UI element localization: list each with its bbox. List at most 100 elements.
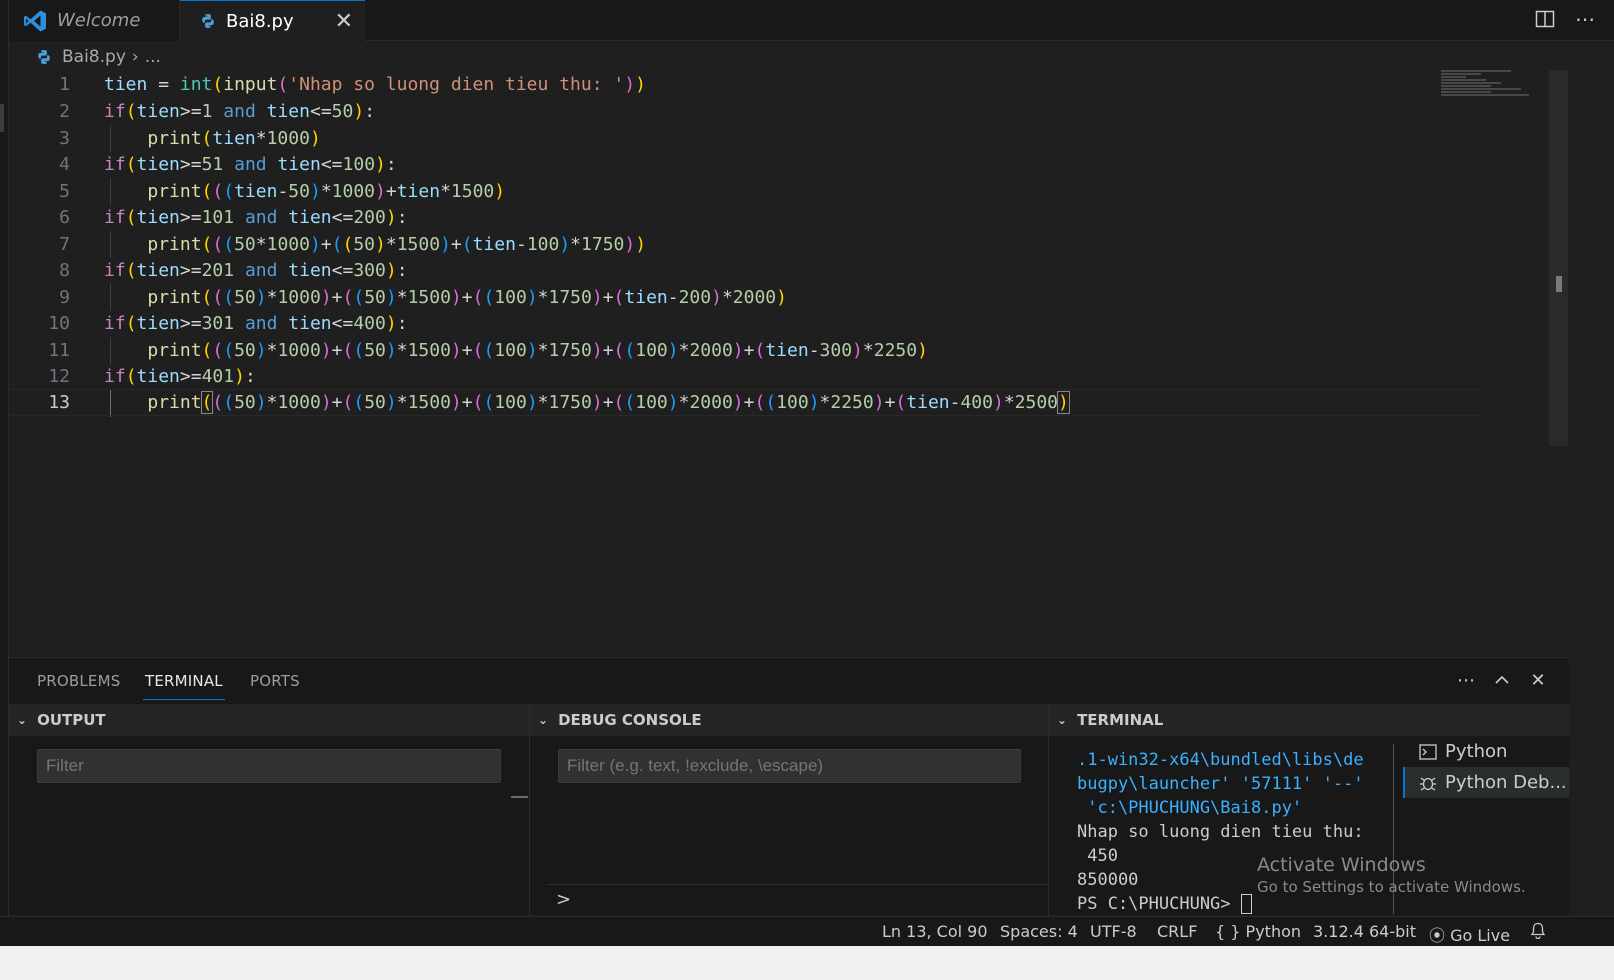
activate-windows-watermark: Activate Windows Go to Settings to activ… bbox=[1257, 854, 1526, 896]
code-text: if(tien>=301 and tien<=400): bbox=[104, 313, 408, 334]
close-icon[interactable]: ✕ bbox=[335, 9, 353, 34]
line-number: 2 bbox=[59, 101, 70, 122]
output-scroll-indicator bbox=[511, 796, 528, 798]
output-filter-input[interactable] bbox=[37, 749, 501, 783]
tab-label: Bai8.py bbox=[226, 10, 294, 32]
broadcast-icon: ⦿ bbox=[1429, 926, 1446, 945]
tab-terminal[interactable]: TERMINAL bbox=[143, 672, 225, 700]
status-bar: Ln 13, Col 90 Spaces: 4 UTF-8 CRLF { } P… bbox=[0, 916, 1614, 946]
editor-scrollbar[interactable] bbox=[1549, 70, 1568, 446]
language-label: Python bbox=[1245, 922, 1302, 941]
terminal-line: bugpy\launcher' '57111' '--' bbox=[1077, 774, 1364, 794]
cursor-position[interactable]: Ln 13, Col 90 bbox=[882, 922, 988, 941]
activity-bar-edge bbox=[0, 0, 9, 955]
terminal-title: TERMINAL bbox=[1077, 711, 1164, 729]
code-line: 5 print(((tien-50)*1000)+tien*1500) bbox=[10, 178, 1480, 205]
terminal-session-python[interactable]: Python bbox=[1403, 736, 1569, 767]
line-number: 9 bbox=[59, 287, 70, 308]
bell-icon[interactable] bbox=[1530, 922, 1546, 944]
code-line: 10 if(tien>=301 and tien<=400): bbox=[10, 310, 1480, 337]
taskbar-edge bbox=[0, 946, 1614, 980]
activity-indicator bbox=[0, 104, 4, 132]
code-line: 8 if(tien>=201 and tien<=300): bbox=[10, 257, 1480, 284]
terminal-session-python-debug[interactable]: Python Deb... bbox=[1403, 767, 1569, 798]
code-line: 12 if(tien>=401): bbox=[10, 363, 1480, 390]
tab-problems[interactable]: PROBLEMS bbox=[37, 672, 120, 690]
chevron-right-icon: › bbox=[131, 47, 139, 67]
debug-icon bbox=[1417, 774, 1439, 792]
terminal-session-list: Python Python Deb... bbox=[1403, 736, 1569, 798]
scrollbar-thumb[interactable] bbox=[1556, 276, 1562, 292]
line-number: 1 bbox=[59, 74, 70, 95]
code-line: 3 print(tien*1000) bbox=[10, 125, 1480, 152]
indentation[interactable]: Spaces: 4 bbox=[1000, 922, 1078, 941]
terminal-prompt: PS C:\PHUCHUNG> bbox=[1077, 894, 1241, 914]
output-section-header[interactable]: ⌄ OUTPUT bbox=[9, 704, 529, 736]
braces-icon: { } bbox=[1215, 922, 1241, 941]
split-editor-icon[interactable] bbox=[1534, 6, 1556, 32]
code-line: 9 print(((50)*1000)+((50)*1500)+((100)*1… bbox=[10, 284, 1480, 311]
debug-console-title: DEBUG CONSOLE bbox=[558, 711, 702, 729]
terminal-line: 850000 bbox=[1077, 870, 1139, 890]
maximize-panel-icon[interactable] bbox=[1493, 668, 1511, 692]
watermark-title: Activate Windows bbox=[1257, 854, 1426, 876]
python-file-icon bbox=[38, 50, 50, 64]
code-line-current: 13 print(((50)*1000)+((50)*1500)+((100)*… bbox=[10, 389, 1480, 416]
terminal-line: Nhap so luong dien tieu thu: bbox=[1077, 822, 1364, 842]
terminal-line: 450 bbox=[1077, 846, 1118, 866]
chevron-down-icon: ⌄ bbox=[538, 713, 549, 727]
line-number: 13 bbox=[48, 392, 70, 413]
terminal-section-header[interactable]: ⌄ TERMINAL bbox=[1049, 704, 1569, 736]
breadcrumb-file[interactable]: Bai8.py bbox=[62, 47, 126, 67]
line-number: 3 bbox=[59, 128, 70, 149]
session-label: Python Deb... bbox=[1445, 772, 1567, 793]
editor-tab-bar: Welcome Bai8.py ✕ ⋯ bbox=[9, 0, 1614, 41]
code-text: print(((tien-50)*1000)+tien*1500) bbox=[147, 181, 506, 202]
line-number: 11 bbox=[48, 340, 70, 361]
code-text: if(tien>=51 and tien<=100): bbox=[104, 154, 397, 175]
tab-welcome[interactable]: Welcome bbox=[9, 0, 180, 41]
python-file-icon bbox=[202, 14, 214, 28]
code-text: print(((50)*1000)+((50)*1500)+((100)*175… bbox=[147, 391, 1070, 414]
code-line: 2 if(tien>=1 and tien<=50): bbox=[10, 98, 1480, 125]
tab-label: Welcome bbox=[57, 10, 141, 31]
more-actions-icon[interactable]: ⋯ bbox=[1457, 668, 1475, 692]
close-panel-icon[interactable]: ✕ bbox=[1529, 668, 1547, 692]
code-editor[interactable]: 1 tien = int(input('Nhap so luong dien t… bbox=[10, 71, 1565, 671]
code-line: 1 tien = int(input('Nhap so luong dien t… bbox=[10, 71, 1480, 98]
debug-filter-input[interactable] bbox=[558, 749, 1021, 783]
line-number: 12 bbox=[48, 366, 70, 387]
debug-console-section-header[interactable]: ⌄ DEBUG CONSOLE bbox=[530, 704, 1048, 736]
chevron-right-icon: > bbox=[556, 889, 572, 910]
terminal-line: 'c:\PHUCHUNG\Bai8.py' bbox=[1077, 798, 1303, 818]
encoding[interactable]: UTF-8 bbox=[1090, 922, 1137, 941]
chevron-down-icon: ⌄ bbox=[17, 713, 28, 727]
code-text: print(tien*1000) bbox=[147, 128, 321, 149]
python-interpreter[interactable]: 3.12.4 64-bit bbox=[1313, 922, 1416, 941]
code-text: if(tien>=201 and tien<=300): bbox=[104, 260, 408, 281]
code-text: print(((50)*1000)+((50)*1500)+((100)*175… bbox=[147, 287, 787, 308]
language-mode[interactable]: { } Python bbox=[1215, 922, 1301, 941]
breadcrumb-symbols[interactable]: ... bbox=[145, 47, 161, 67]
debug-input-prompt[interactable]: > bbox=[546, 884, 1048, 916]
code-line: 6 if(tien>=101 and tien<=200): bbox=[10, 204, 1480, 231]
chevron-down-icon: ⌄ bbox=[1057, 713, 1068, 727]
code-line: 4 if(tien>=51 and tien<=100): bbox=[10, 151, 1480, 178]
minimap[interactable] bbox=[1441, 70, 1531, 100]
terminal-line: .1-win32-x64\bundled\libs\de bbox=[1077, 750, 1364, 770]
code-text: if(tien>=1 and tien<=50): bbox=[104, 101, 376, 122]
line-number: 7 bbox=[59, 234, 70, 255]
watermark-subtitle: Go to Settings to activate Windows. bbox=[1257, 878, 1526, 896]
more-actions-icon[interactable]: ⋯ bbox=[1574, 6, 1596, 32]
line-number: 6 bbox=[59, 207, 70, 228]
code-line: 7 print(((50*1000)+((50)*1500)+(tien-100… bbox=[10, 231, 1480, 258]
line-endings[interactable]: CRLF bbox=[1157, 922, 1197, 941]
line-number: 4 bbox=[59, 154, 70, 175]
line-number: 5 bbox=[59, 181, 70, 202]
tab-bai8-py[interactable]: Bai8.py ✕ bbox=[180, 0, 365, 41]
code-text: print(((50*1000)+((50)*1500)+(tien-100)*… bbox=[147, 234, 647, 255]
go-live-button[interactable]: ⦿ Go Live bbox=[1429, 922, 1510, 946]
code-line: 11 print(((50)*1000)+((50)*1500)+((100)*… bbox=[10, 337, 1480, 364]
line-number: 8 bbox=[59, 260, 70, 281]
tab-ports[interactable]: PORTS bbox=[250, 672, 300, 690]
